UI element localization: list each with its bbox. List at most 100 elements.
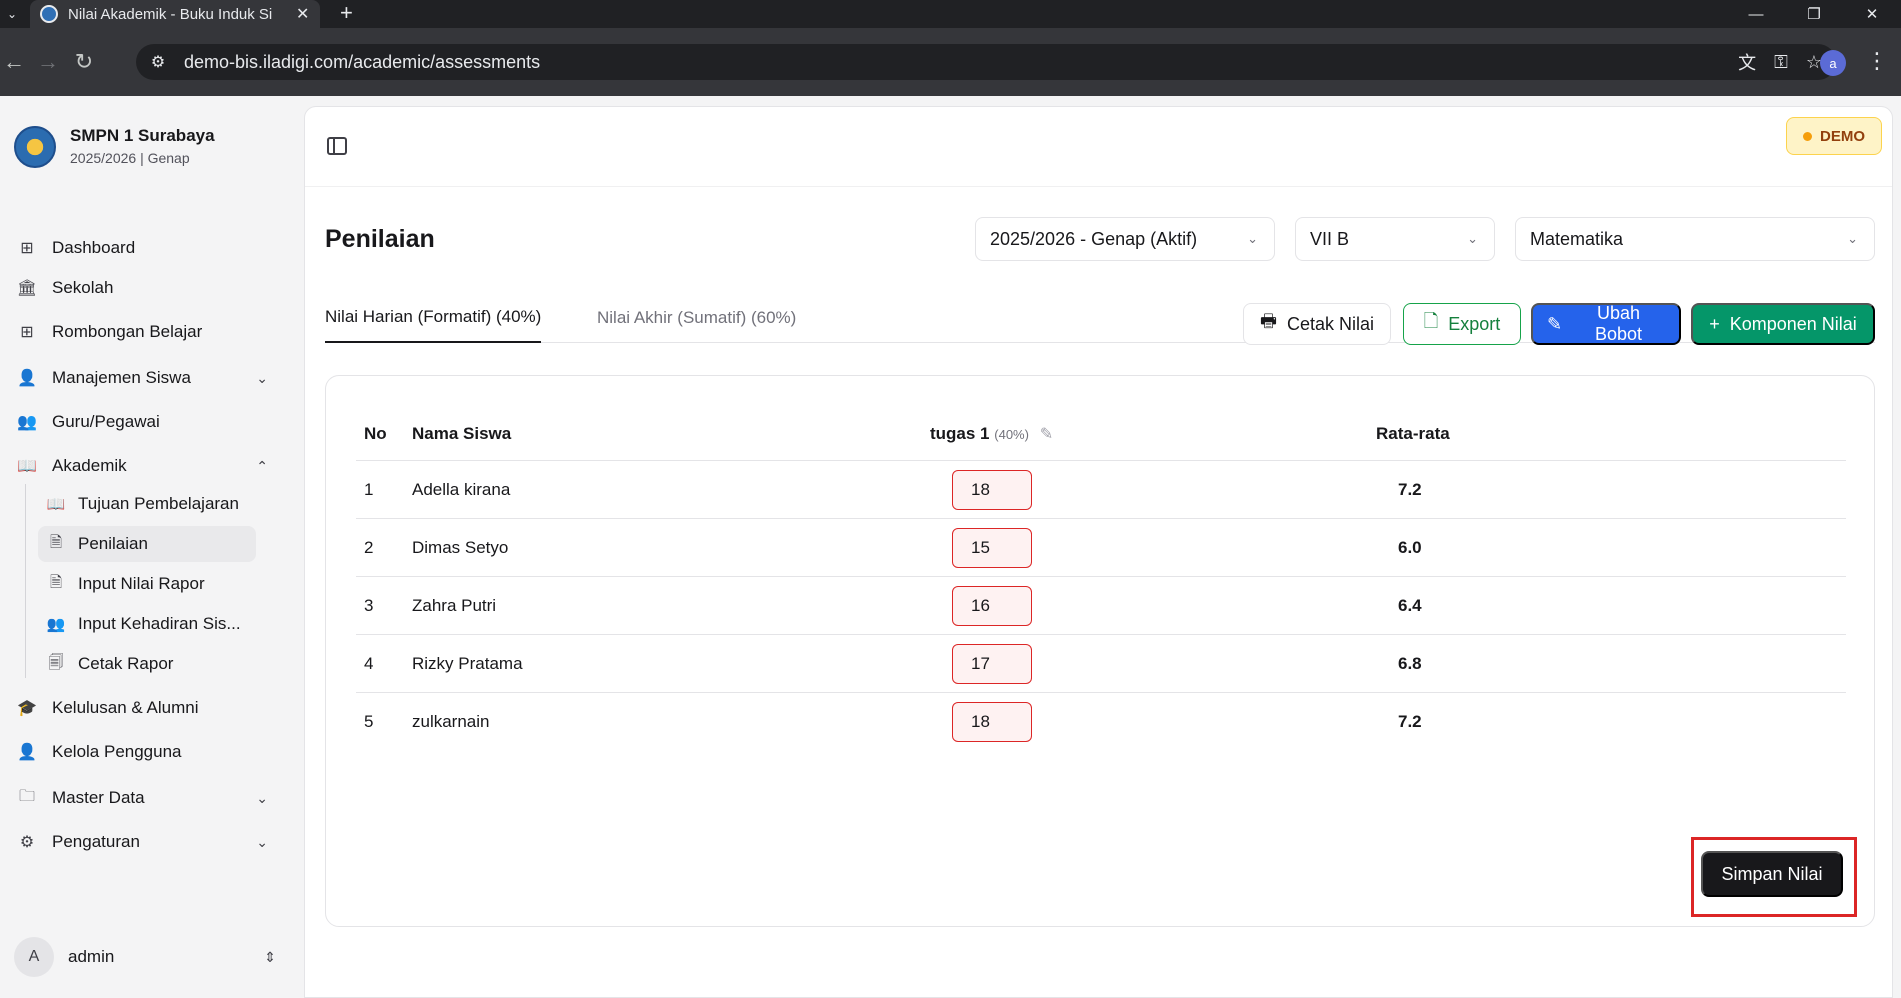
sidebar-subitem-tujuan-pembelajaran[interactable]: 📖 Tujuan Pembelajaran <box>38 486 256 522</box>
close-icon[interactable]: ✕ <box>296 4 309 24</box>
subject-select[interactable]: Matematika ⌄ <box>1515 217 1875 261</box>
window-controls: — ❐ ✕ <box>1727 0 1901 28</box>
sidebar-item-dashboard[interactable]: ⊞ Dashboard <box>8 228 284 268</box>
sidebar-item-akademik[interactable]: 📖 Akademik ⌃ <box>8 446 284 486</box>
edit-weight-label: Ubah Bobot <box>1595 303 1643 344</box>
sidebar-item-pengaturan[interactable]: ⚙ Pengaturan ⌄ <box>8 822 284 862</box>
chevron-down-icon: ⌄ <box>256 833 268 850</box>
sidebar-subitem-label: Cetak Rapor <box>78 654 174 673</box>
window-close-icon[interactable]: ✕ <box>1843 0 1901 28</box>
chevron-down-icon: ⌄ <box>256 789 268 806</box>
row-student-name: Adella kirana <box>412 480 511 499</box>
print-grades-label: Cetak Nilai <box>1286 313 1375 334</box>
sidebar-item-label: Guru/Pegawai <box>52 412 160 431</box>
tab-nilai-akhir[interactable]: Nilai Akhir (Sumatif) (60%) <box>597 293 796 343</box>
component-name: tugas 1 <box>930 424 990 443</box>
sidebar-item-guru-pegawai[interactable]: 👥 Guru/Pegawai <box>8 402 284 442</box>
document-icon: 🗎 <box>49 573 63 591</box>
tab-list-icon[interactable]: ⌄ <box>0 0 24 28</box>
sidebar-subitem-penilaian[interactable]: 🗎 Penilaian <box>38 526 256 562</box>
sidebar-item-master-data[interactable]: 🗀 Master Data ⌄ <box>8 778 284 818</box>
address-url[interactable]: demo-bis.iladigi.com/academic/assessment… <box>184 52 540 73</box>
sidebar-item-manajemen-siswa[interactable]: 👤 Manajemen Siswa ⌄ <box>8 358 284 398</box>
row-student-name: Dimas Setyo <box>412 538 509 557</box>
chevron-down-icon: ⌄ <box>256 369 268 386</box>
sidebar-item-kelulusan-alumni[interactable]: 🎓 Kelulusan & Alumni <box>8 688 284 728</box>
semester-select[interactable]: 2025/2026 - Genap (Aktif) ⌄ <box>975 217 1275 261</box>
score-input[interactable]: 18 <box>952 702 1032 742</box>
row-no: 4 <box>364 654 374 673</box>
demo-label: DEMO <box>1820 127 1865 145</box>
more-icon[interactable]: ⋮ <box>1866 48 1888 74</box>
key-icon[interactable]: ⚿ <box>1774 52 1788 73</box>
row-divider <box>356 634 1846 635</box>
chevron-down-icon: ⌄ <box>1467 231 1478 246</box>
export-button[interactable]: 🗋 Export <box>1403 303 1521 345</box>
graduation-cap-icon: 🎓 <box>17 700 37 717</box>
user-menu[interactable]: A admin ⇕ <box>14 936 284 978</box>
sidebar-subitem-cetak-rapor[interactable]: 🗐 Cetak Rapor <box>38 646 256 682</box>
edit-component-icon[interactable]: ✎ <box>1040 426 1053 443</box>
sidebar-item-label: Rombongan Belajar <box>52 322 203 341</box>
column-header-no: No <box>364 424 387 443</box>
row-student-name: zulkarnain <box>412 712 490 731</box>
sidebar-item-rombongan-belajar[interactable]: ⊞ Rombongan Belajar <box>8 312 284 352</box>
score-input[interactable]: 16 <box>952 586 1032 626</box>
user-cog-icon: 👤 <box>17 744 37 761</box>
edit-weight-button[interactable]: ✎ Ubah Bobot <box>1531 303 1681 345</box>
folder-icon: 🗀 <box>18 787 35 805</box>
score-input[interactable]: 15 <box>952 528 1032 568</box>
chevron-up-icon: ⌃ <box>256 457 268 474</box>
new-tab-icon[interactable]: + <box>340 0 353 28</box>
row-student-name: Zahra Putri <box>412 596 497 615</box>
sidebar-item-label: Pengaturan <box>52 832 140 851</box>
grid-icon: ⊞ <box>20 324 34 341</box>
profile-avatar[interactable]: a <box>1820 50 1846 76</box>
column-header-component: tugas 1 (40%) ✎ <box>930 424 1053 444</box>
row-average: 6.8 <box>1398 654 1422 673</box>
row-no: 1 <box>364 480 374 499</box>
restore-icon[interactable]: ❐ <box>1785 0 1843 28</box>
print-grades-button[interactable]: 🖶 Cetak Nilai <box>1243 303 1391 345</box>
browser-tab[interactable]: Nilai Akademik - Buku Induk Si ✕ <box>30 0 320 28</box>
plus-icon: + <box>1709 313 1720 334</box>
book-icon: 📖 <box>17 458 37 475</box>
status-dot-icon <box>1803 131 1812 141</box>
school-name: SMPN 1 Surabaya <box>70 126 215 145</box>
school-icon: 🏛 <box>16 280 38 297</box>
add-component-button[interactable]: + Komponen Nilai <box>1691 303 1875 345</box>
sidebar-item-kelola-pengguna[interactable]: 👤 Kelola Pengguna <box>8 732 284 772</box>
component-weight: (40%) <box>994 427 1029 442</box>
sidebar-item-label: Kelulusan & Alumni <box>52 698 199 717</box>
reload-icon[interactable]: ↻ <box>70 48 98 76</box>
browser-toolbar: ← → ↻ ⚙ demo-bis.iladigi.com/academic/as… <box>0 28 1901 96</box>
browser-tab-title: Nilai Akademik - Buku Induk Si <box>68 5 273 23</box>
users-icon: 👥 <box>46 616 66 633</box>
class-select[interactable]: VII B ⌄ <box>1295 217 1495 261</box>
save-grades-button[interactable]: Simpan Nilai <box>1701 851 1843 897</box>
pencil-icon: ✎ <box>1547 313 1563 334</box>
back-icon[interactable]: ← <box>0 48 28 76</box>
translate-icon[interactable]: 文 <box>1738 49 1756 75</box>
browser-tab-bar: ⌄ Nilai Akademik - Buku Induk Si ✕ + — ❐… <box>0 0 1901 28</box>
file-icon: 🗋 <box>1423 311 1439 331</box>
minimize-icon[interactable]: — <box>1727 0 1785 28</box>
sidebar-subitem-input-nilai-rapor[interactable]: 🗎 Input Nilai Rapor <box>38 566 256 602</box>
submenu-divider <box>25 484 26 678</box>
address-bar[interactable]: ⚙ demo-bis.iladigi.com/academic/assessme… <box>136 44 1836 80</box>
main-panel: DEMO Penilaian 2025/2026 - Genap (Aktif)… <box>304 106 1893 998</box>
document-icon: 🗎 <box>49 533 63 551</box>
sidebar-subitem-input-kehadiran[interactable]: 👥 Input Kehadiran Sis... <box>38 606 256 642</box>
sidebar-toggle-icon[interactable] <box>327 137 347 155</box>
tab-nilai-harian[interactable]: Nilai Harian (Formatif) (40%) <box>325 293 542 343</box>
subject-select-value: Matematika <box>1530 228 1624 249</box>
sidebar-item-sekolah[interactable]: 🏛 Sekolah <box>8 268 284 308</box>
site-info-icon[interactable]: ⚙ <box>142 48 174 76</box>
forward-icon[interactable]: → <box>34 48 62 76</box>
score-input[interactable]: 18 <box>952 470 1032 510</box>
grades-card: No Nama Siswa tugas 1 (40%) ✎ Rata-rata … <box>325 375 1875 927</box>
chevron-down-icon: ⌄ <box>1847 231 1858 246</box>
export-label: Export <box>1448 313 1501 334</box>
score-input[interactable]: 17 <box>952 644 1032 684</box>
sidebar-item-label: Master Data <box>52 788 145 807</box>
